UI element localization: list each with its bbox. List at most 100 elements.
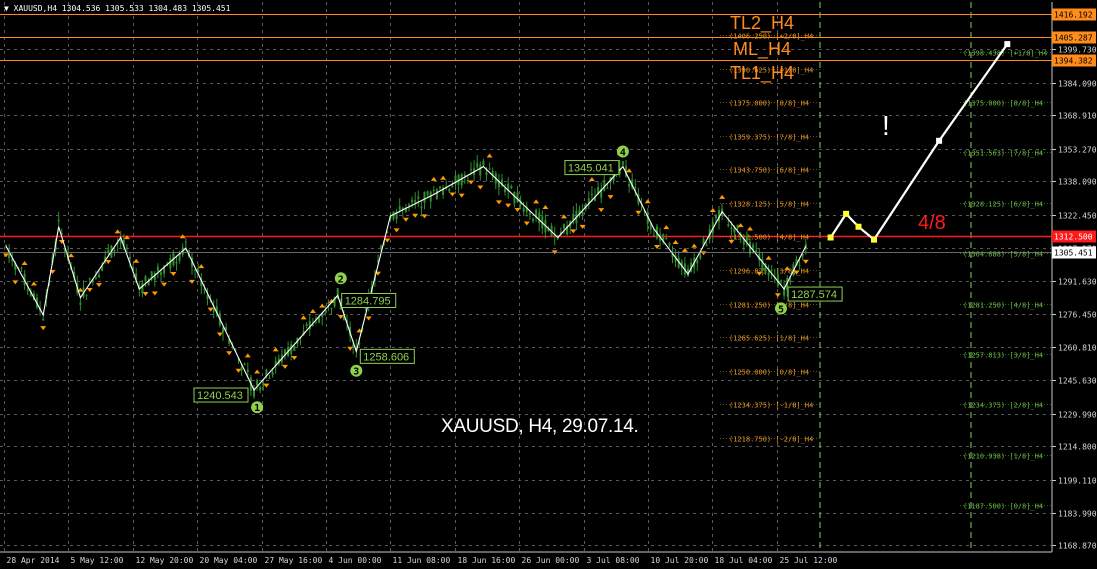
price-tick-label: 1229.990 <box>1058 411 1097 420</box>
murrey-level-label: (1257.813) [3/8]_H4 <box>963 352 1043 360</box>
candle-body <box>522 208 525 212</box>
candle-body <box>20 267 23 269</box>
wave-marker-label: 1 <box>254 403 260 414</box>
candle-body <box>767 273 770 276</box>
wave-marker-label: 3 <box>353 367 359 378</box>
tl1-annotation: TL1_H4 <box>730 63 795 83</box>
wave-marker-label: 4 <box>620 148 626 159</box>
murrey-level-label: (1375.000) [8/8]_H4 <box>963 100 1043 108</box>
candle-body <box>268 377 271 379</box>
candle-body <box>463 174 466 176</box>
time-tick-label: 11 Jun 08:00 <box>393 556 451 565</box>
candle-body <box>479 164 482 176</box>
price-label-text: 1240.543 <box>197 390 243 402</box>
candle-body <box>538 212 541 224</box>
murrey-level-label: (1304.688) [5/8]_H4 <box>963 251 1043 259</box>
candle-body <box>696 260 699 264</box>
murrey-level-label: (1375.000) [8/8]_H4 <box>729 100 809 108</box>
projection-point <box>1004 41 1011 48</box>
candle-body <box>79 302 82 305</box>
murrey-level-label: (1234.375) [-1/8]_H4 <box>729 402 813 410</box>
candle-body <box>57 219 60 222</box>
candle-body <box>789 280 792 283</box>
level-price-label: 1312.500 <box>1054 233 1093 242</box>
murrey-level-label: (1328.125) [6/8]_H4 <box>963 201 1043 209</box>
candle-body <box>528 212 531 215</box>
candle-body <box>727 224 730 227</box>
murrey-level-label: (1351.563) [7/8]_H4 <box>963 150 1043 158</box>
candle-body <box>169 258 172 269</box>
time-tick-label: 3 Jul 08:00 <box>587 556 640 565</box>
candle-body <box>513 191 516 204</box>
candle-body <box>563 224 565 229</box>
candle-body <box>141 282 144 294</box>
candle-body <box>730 227 733 230</box>
candle-body <box>590 193 593 196</box>
projection-point <box>855 223 862 230</box>
candle-body <box>755 250 758 253</box>
candle-body <box>510 186 513 189</box>
candle-body <box>256 379 259 386</box>
murrey-level-label: (1398.438) [+1/8]_H4 <box>963 50 1047 58</box>
candle-body <box>259 386 262 391</box>
candle-body <box>668 243 671 246</box>
candle-body <box>414 199 417 203</box>
exclamation-annotation: ! <box>882 110 890 141</box>
candle-body <box>324 313 327 315</box>
price-tick-label: 1368.910 <box>1058 112 1097 121</box>
wave-marker-label: 5 <box>778 304 784 315</box>
collapse-icon[interactable]: ▼ <box>4 4 9 13</box>
candle-body <box>485 172 488 175</box>
candle-body <box>432 189 435 191</box>
candle-body <box>423 191 426 203</box>
candle-body <box>222 327 224 333</box>
candle-body <box>88 278 91 280</box>
candle-body <box>770 269 773 272</box>
symbol-header: ▼ XAUUSD,H4 1304.536 1305.533 1304.483 1… <box>4 4 230 13</box>
candle-body <box>798 265 801 267</box>
four-eighths-annotation: 4/8 <box>918 212 946 234</box>
candle-body <box>476 163 479 168</box>
candle-body <box>243 363 246 366</box>
murrey-level-label: (1265.625) [1/8]_H4 <box>729 335 809 343</box>
time-tick-label: 18 Jul 04:00 <box>715 556 773 565</box>
symbol-ohlc: XAUUSD,H4 1304.536 1305.533 1304.483 130… <box>13 4 231 13</box>
candle-body <box>652 234 655 236</box>
candle-body <box>129 257 131 259</box>
candle-body <box>240 367 243 371</box>
murrey-level-label: (1359.375) [7/8]_H4 <box>729 134 809 142</box>
murrey-level-label: (1218.750) [-2/8]_H4 <box>729 436 813 444</box>
murrey-level-label: (1187.500) [0/8]_H4 <box>963 503 1043 511</box>
candle-body <box>125 247 128 249</box>
candle-body <box>98 274 100 278</box>
murrey-level-label: (1250.000) [0/8]_H4 <box>729 369 809 377</box>
projection-point <box>827 234 834 241</box>
price-tick-label: 1338.090 <box>1058 178 1097 187</box>
candle-body <box>305 324 308 327</box>
current-price-label: 1305.451 <box>1054 249 1093 258</box>
price-tick-label: 1199.110 <box>1058 477 1097 486</box>
time-tick-label: 4 Jun 00:00 <box>329 556 382 565</box>
price-label-text: 1284.795 <box>345 295 391 307</box>
candle-body <box>175 261 178 264</box>
time-tick-label: 12 May 20:00 <box>136 556 194 565</box>
candle-body <box>780 280 782 283</box>
time-tick-label: 5 May 12:00 <box>71 556 124 565</box>
price-label-text: 1258.606 <box>363 351 409 363</box>
price-tick-label: 1276.450 <box>1058 311 1097 320</box>
level-price-label: 1394.382 <box>1054 57 1093 66</box>
candle-body <box>156 266 159 272</box>
candle-body <box>439 186 441 189</box>
price-tick-label: 1291.630 <box>1058 278 1097 287</box>
candle-body <box>532 219 534 221</box>
level-price-label: 1416.192 <box>1054 11 1093 20</box>
candle-body <box>448 188 451 192</box>
candle-body <box>398 206 401 210</box>
candle-body <box>699 254 702 259</box>
price-chart[interactable]: 1168.870 1183.990 1199.110 1214.800 1229.990… <box>0 0 1097 569</box>
murrey-level-label: (1234.375) [2/8]_H4 <box>963 402 1043 410</box>
price-tick-label: 1245.630 <box>1058 377 1097 386</box>
candle-body <box>26 289 29 292</box>
price-tick-label: 1183.990 <box>1058 510 1097 519</box>
candle-body <box>621 161 624 166</box>
